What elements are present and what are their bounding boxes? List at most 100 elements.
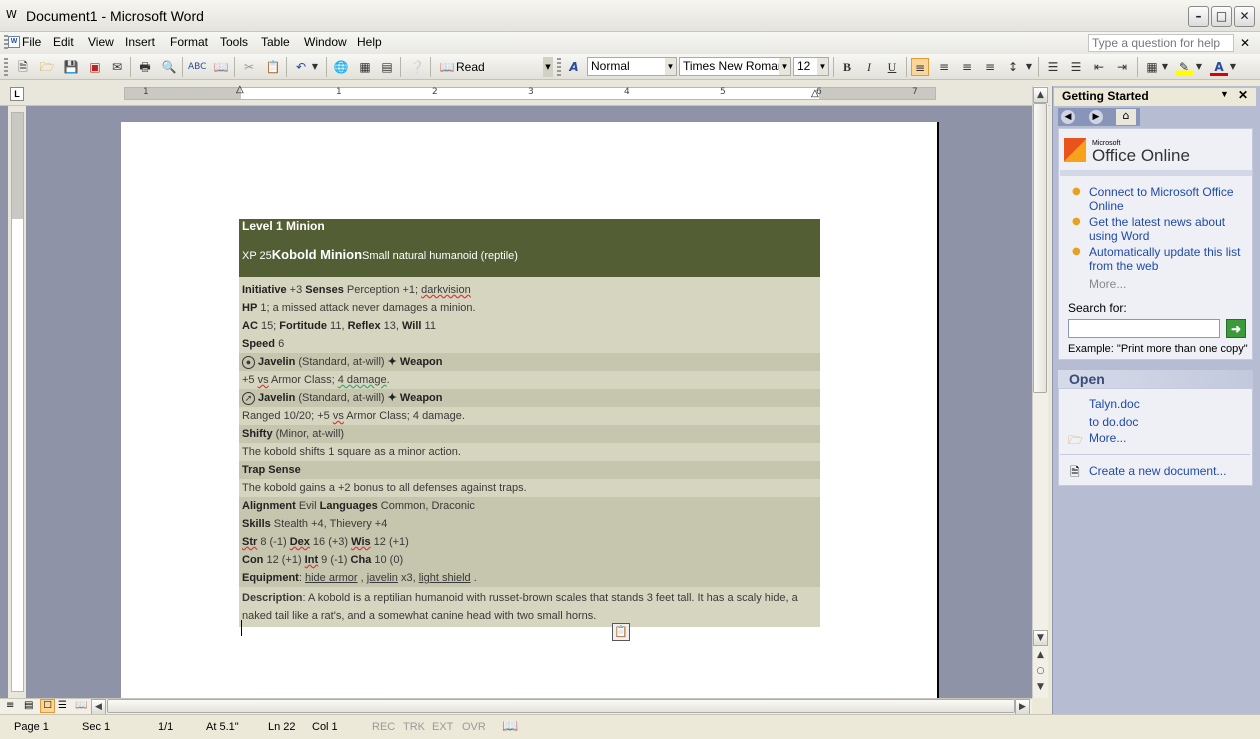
permission-icon[interactable]: ▣: [86, 58, 104, 76]
print-layout-icon[interactable]: □: [40, 699, 55, 713]
pane-close-icon[interactable]: ✕: [1238, 88, 1248, 102]
spelling-status-icon[interactable]: 📖: [502, 718, 518, 734]
previous-page-icon[interactable]: ▲: [1033, 648, 1048, 664]
menu-table[interactable]: Table: [261, 35, 290, 49]
increase-indent-icon[interactable]: ⇥: [1113, 58, 1131, 76]
line-spacing-icon[interactable]: ↕: [1004, 58, 1022, 76]
hyperlink-icon[interactable]: 🌐: [332, 58, 350, 76]
print-preview-icon[interactable]: 🔍: [160, 58, 178, 76]
status-ovr[interactable]: OVR: [462, 721, 486, 733]
horizontal-scroll-thumb[interactable]: [107, 699, 1015, 713]
word-app-icon[interactable]: W: [6, 8, 17, 21]
more-link[interactable]: More...: [1089, 277, 1126, 291]
read-button[interactable]: Read: [456, 60, 485, 74]
vertical-ruler[interactable]: [11, 112, 24, 692]
menu-edit[interactable]: Edit: [53, 35, 74, 49]
columns-icon[interactable]: ▤: [378, 58, 396, 76]
cut-icon[interactable]: ✂: [240, 58, 258, 76]
numbering-icon[interactable]: ☰: [1044, 58, 1062, 76]
font-color-dropdown-icon[interactable]: ▼: [1228, 58, 1238, 76]
next-page-icon[interactable]: ▼: [1033, 680, 1048, 696]
link-auto-update[interactable]: Automatically update this list from the …: [1089, 245, 1249, 273]
table-icon[interactable]: ▦: [356, 58, 374, 76]
bold-icon[interactable]: B: [838, 58, 856, 76]
doc-icon[interactable]: W: [8, 36, 20, 48]
font-color-icon[interactable]: A: [1210, 58, 1228, 76]
undo-dropdown-icon[interactable]: ▼: [310, 58, 320, 76]
menu-help[interactable]: Help: [357, 35, 382, 49]
right-indent-marker-icon[interactable]: △: [811, 88, 819, 99]
search-go-icon[interactable]: ➜: [1226, 319, 1246, 338]
minimize-icon[interactable]: –: [1188, 6, 1209, 27]
menu-view[interactable]: View: [88, 35, 114, 49]
menu-window[interactable]: Window: [304, 35, 347, 49]
style-combo[interactable]: Normal ▼: [587, 57, 677, 76]
scroll-left-icon[interactable]: ◀: [91, 699, 106, 715]
forward-icon[interactable]: ▶: [1089, 110, 1103, 124]
menu-format[interactable]: Format: [170, 35, 208, 49]
paste-options-icon[interactable]: 📋: [612, 623, 630, 641]
create-new-document-link[interactable]: Create a new document...: [1089, 464, 1226, 478]
home-icon[interactable]: ⌂: [1116, 109, 1136, 125]
tab-selector-icon[interactable]: L: [10, 87, 24, 101]
highlight-icon[interactable]: ✎: [1175, 58, 1193, 76]
line-spacing-dropdown-icon[interactable]: ▼: [1024, 58, 1034, 76]
recent-file-talyn[interactable]: Talyn.doc: [1089, 397, 1140, 411]
pane-dropdown-icon[interactable]: ▼: [1220, 89, 1229, 99]
paste-icon[interactable]: 📋: [264, 58, 282, 76]
vertical-scroll-thumb[interactable]: [1033, 103, 1047, 393]
research-icon[interactable]: 📖: [212, 58, 230, 76]
status-trk[interactable]: TRK: [403, 721, 425, 733]
border-icon[interactable]: ▦: [1143, 58, 1161, 76]
save-icon[interactable]: 💾: [62, 58, 80, 76]
help-search-input[interactable]: Type a question for help: [1088, 34, 1234, 52]
email-icon[interactable]: ✉: [108, 58, 126, 76]
link-connect-office-online[interactable]: Connect to Microsoft Office Online: [1089, 185, 1249, 213]
link-latest-news[interactable]: Get the latest news about using Word: [1089, 215, 1249, 243]
styles-icon[interactable]: A: [565, 58, 583, 76]
undo-icon[interactable]: ↶: [292, 58, 310, 76]
menu-tools[interactable]: Tools: [220, 35, 248, 49]
align-right-icon[interactable]: ≡: [958, 58, 976, 76]
browse-object-icon[interactable]: ○: [1033, 664, 1048, 680]
read-icon[interactable]: 📖: [438, 58, 456, 76]
align-left-icon[interactable]: ≡: [911, 58, 929, 76]
toolbar-options-icon[interactable]: ▼: [543, 57, 553, 77]
close-doc-icon[interactable]: ✕: [1240, 36, 1250, 50]
normal-view-icon[interactable]: ≡: [6, 700, 14, 711]
scroll-down-icon[interactable]: ▼: [1033, 630, 1048, 646]
print-icon[interactable]: 🖶: [136, 58, 154, 76]
toolbar-grip[interactable]: [4, 58, 8, 76]
spelling-icon[interactable]: ABC: [188, 58, 206, 76]
scroll-right-icon[interactable]: ▶: [1015, 699, 1030, 715]
chevron-down-icon[interactable]: ▼: [779, 58, 790, 75]
menu-insert[interactable]: Insert: [125, 35, 155, 49]
highlight-dropdown-icon[interactable]: ▼: [1194, 58, 1204, 76]
format-toolbar-grip[interactable]: [557, 58, 561, 76]
border-dropdown-icon[interactable]: ▼: [1160, 58, 1170, 76]
decrease-indent-icon[interactable]: ⇤: [1090, 58, 1108, 76]
menu-file[interactable]: File: [22, 35, 41, 49]
web-view-icon[interactable]: ▤: [24, 700, 33, 711]
chevron-down-icon[interactable]: ▼: [665, 58, 676, 75]
maximize-icon[interactable]: □: [1211, 6, 1232, 27]
new-document-icon[interactable]: 🗎: [14, 58, 32, 76]
help-icon[interactable]: ❔: [408, 58, 426, 76]
open-more-link[interactable]: More...: [1089, 431, 1126, 445]
indent-marker-icon[interactable]: △: [236, 84, 244, 95]
back-icon[interactable]: ◀: [1061, 110, 1075, 124]
underline-icon[interactable]: U: [883, 58, 901, 76]
status-rec[interactable]: REC: [372, 721, 395, 733]
font-combo[interactable]: Times New Roman ▼: [679, 57, 791, 76]
reading-view-icon[interactable]: 📖: [75, 700, 87, 711]
status-ext[interactable]: EXT: [432, 721, 453, 733]
recent-file-todo[interactable]: to do.doc: [1089, 415, 1138, 429]
font-size-combo[interactable]: 12 ▼: [793, 57, 829, 76]
outline-view-icon[interactable]: ☰: [58, 700, 67, 711]
search-input[interactable]: [1068, 319, 1220, 338]
italic-icon[interactable]: I: [860, 58, 878, 76]
close-icon[interactable]: ✕: [1234, 6, 1255, 27]
justify-icon[interactable]: ≡: [981, 58, 999, 76]
bullets-icon[interactable]: ☰: [1067, 58, 1085, 76]
align-center-icon[interactable]: ≡: [935, 58, 953, 76]
